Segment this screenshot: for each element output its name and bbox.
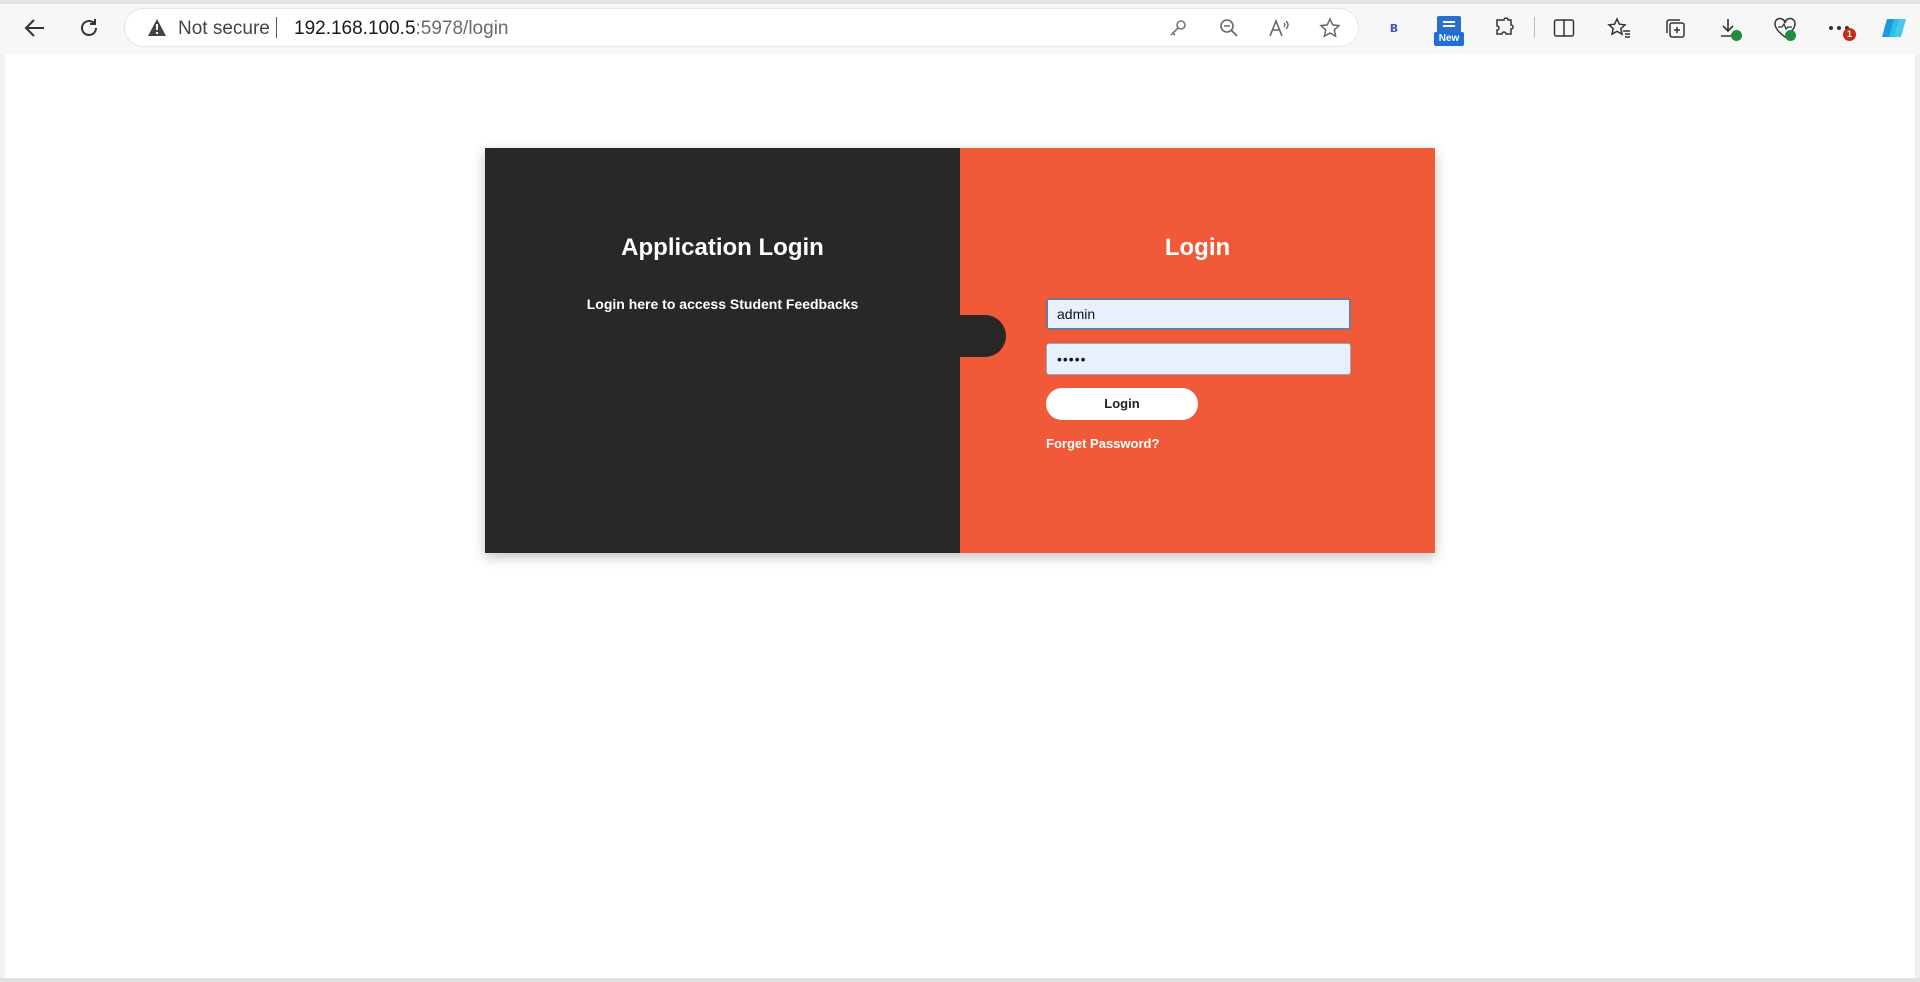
url-path: :5978/login (415, 18, 509, 39)
key-icon[interactable] (1165, 15, 1191, 41)
zoom-out-icon[interactable] (1216, 15, 1242, 41)
login-form-panel: Login admin ••••• Login Forget Password? (960, 148, 1435, 553)
back-button[interactable] (18, 11, 52, 45)
password-input[interactable]: ••••• (1046, 343, 1351, 375)
extensions-icon[interactable] (1488, 12, 1520, 44)
app-login-heading: Application Login (621, 234, 824, 261)
login-card: Application Login Login here to access S… (485, 148, 1435, 553)
username-input[interactable]: admin (1046, 298, 1351, 330)
address-bar[interactable]: Not secure 192.168.100.5:5978/login (125, 9, 1358, 46)
browser-toolbar: Not secure 192.168.100.5:5978/login B Ne… (0, 0, 1920, 54)
bing-icon[interactable]: B (1378, 12, 1410, 44)
warning-icon[interactable] (147, 18, 167, 42)
favorite-star-icon[interactable] (1317, 15, 1343, 41)
copilot-icon[interactable] (1878, 12, 1910, 44)
url-text[interactable]: 192.168.100.5:5978/login (294, 18, 508, 40)
window-right-edge (1915, 54, 1920, 978)
window-bottom-edge (0, 978, 1920, 982)
bing-letter: B (1389, 21, 1399, 35)
panel-connector-tab (960, 315, 1006, 357)
favorites-icon[interactable] (1603, 12, 1635, 44)
refresh-button[interactable] (72, 11, 106, 45)
security-label[interactable]: Not secure (178, 18, 270, 40)
read-aloud-icon[interactable] (1266, 15, 1292, 41)
downloads-icon[interactable] (1714, 12, 1746, 44)
info-panel: Application Login Login here to access S… (485, 148, 960, 553)
back-arrow-icon (24, 19, 44, 37)
url-host: 192.168.100.5 (294, 18, 416, 39)
toolbar-separator (1534, 17, 1535, 38)
essentials-status-badge (1785, 30, 1796, 41)
tab-strip-edge (0, 0, 1920, 4)
forget-password-link[interactable]: Forget Password? (1046, 436, 1159, 451)
app-login-subtitle: Login here to access Student Feedbacks (586, 296, 859, 312)
downloads-complete-badge (1731, 30, 1742, 41)
collections-icon[interactable] (1659, 12, 1691, 44)
page-viewport: Application Login Login here to access S… (5, 54, 1915, 978)
split-screen-icon[interactable] (1548, 12, 1580, 44)
notification-badge: 1 (1843, 28, 1856, 41)
refresh-icon (81, 19, 97, 36)
address-divider (276, 17, 277, 38)
new-badge: New (1434, 32, 1464, 46)
browser-essentials-icon[interactable] (1769, 12, 1801, 44)
login-button[interactable]: Login (1046, 388, 1198, 420)
login-heading: Login (1164, 234, 1231, 261)
